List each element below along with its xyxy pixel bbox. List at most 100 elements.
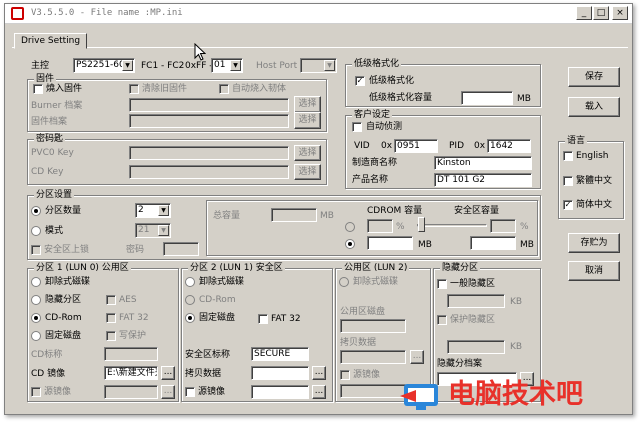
cdrom-capacity-label: CDROM 容量 — [367, 206, 423, 216]
save-as-button[interactable]: 存贮为 — [568, 233, 620, 253]
p2-copy-data-input[interactable] — [251, 366, 309, 380]
load-button[interactable]: 载入 — [568, 97, 620, 117]
partition-2-group: 分区 2 (LUN 1) 安全区 — [181, 263, 333, 402]
p2-source-image-browse-button[interactable]: ... — [312, 385, 326, 399]
host-port-label: Host Port — [256, 61, 298, 71]
chevron-down-icon: ▼ — [158, 205, 169, 216]
general-hidden-unit: KB — [510, 297, 523, 307]
fc-value: 01 — [214, 60, 226, 70]
chevron-down-icon: ▼ — [324, 60, 335, 71]
mb-radio[interactable] — [345, 239, 355, 249]
p1-source-image-input — [104, 385, 158, 399]
general-hidden-input — [447, 294, 505, 308]
p2-fat32-checkbox[interactable] — [258, 314, 268, 324]
maximize-button[interactable]: □ — [593, 6, 609, 20]
partition-count-select[interactable]: 2 ▼ — [135, 203, 171, 218]
p3-copy-data-label: 拷贝数据 — [340, 338, 377, 348]
p2-removable-radio[interactable] — [185, 277, 195, 287]
auto-burn-label: 自动烧入韧体 — [232, 84, 287, 94]
firmware-browse-button: 选择 — [294, 112, 321, 129]
capacity-slider-thumb[interactable] — [418, 217, 425, 232]
p2-copy-data-browse-button[interactable]: ... — [312, 366, 326, 380]
password-input — [163, 242, 199, 256]
lang-traditional-checkbox[interactable] — [563, 176, 573, 186]
protect-hidden-label: 保护隐藏区 — [450, 315, 496, 325]
lang-simplified-checkbox[interactable]: ✓ — [563, 200, 573, 210]
cdrom-mb-input[interactable] — [367, 236, 413, 250]
clear-firmware-label: 清除旧固件 — [142, 84, 188, 94]
p3-disk-label: 公用区磁盘 — [340, 307, 386, 317]
p3-copy-data-browse-button: ... — [410, 350, 424, 364]
general-hidden-checkbox[interactable] — [437, 279, 447, 289]
p1-removable-radio[interactable] — [31, 277, 41, 287]
secure-lock-checkbox — [31, 245, 41, 255]
general-hidden-label: 一般隐藏区 — [450, 279, 496, 289]
password-label: 密码 — [126, 245, 145, 255]
p1-fixed-radio[interactable] — [31, 331, 41, 341]
p1-cd-image-browse-button[interactable]: ... — [161, 366, 175, 380]
lang-english-label: English — [576, 151, 609, 161]
p2-secure-label-input[interactable]: SECURE — [251, 347, 309, 361]
cancel-button[interactable]: 取消 — [568, 261, 620, 281]
p2-source-image-input[interactable] — [251, 385, 309, 399]
p2-cdrom-label: CD-Rom — [199, 295, 236, 305]
product-name-input[interactable]: DT 101 G2 — [434, 173, 532, 187]
title-bar[interactable]: V3.5.5.0 - File name :MP.ini _ □ × — [5, 4, 632, 24]
chevron-down-icon: ▼ — [158, 225, 169, 236]
low-format-capacity-label: 低级格式化容量 — [369, 93, 433, 103]
cd-key-label: CD Key — [31, 167, 64, 177]
public-lun2-legend: 公用区 (LUN 2) — [342, 263, 410, 274]
partition-count-radio[interactable] — [31, 206, 41, 216]
fc-select[interactable]: 01 ▼ — [211, 58, 243, 73]
p3-source-image-checkbox — [340, 370, 350, 380]
burner-file-label: Burner 档案 — [31, 101, 83, 111]
mode-radio[interactable] — [31, 226, 41, 236]
p2-fixed-radio[interactable] — [185, 313, 195, 323]
partition-count-value: 2 — [138, 205, 144, 215]
language-legend: 语言 — [565, 136, 588, 147]
minimize-button[interactable]: _ — [576, 6, 592, 20]
low-format-capacity-input[interactable] — [461, 91, 513, 105]
lang-english-checkbox[interactable] — [563, 151, 573, 161]
p1-fixed-label: 固定磁盘 — [45, 331, 82, 341]
low-format-checkbox[interactable]: ✓ — [355, 76, 365, 86]
vendor-name-input[interactable]: Kinston — [434, 156, 532, 170]
p1-hidden-radio[interactable] — [31, 295, 41, 305]
p3-removable-radio — [339, 277, 349, 287]
p2-source-image-checkbox[interactable] — [185, 387, 195, 397]
secure-percent-unit: % — [520, 222, 529, 232]
close-button[interactable]: × — [612, 6, 628, 20]
partition-1-legend: 分区 1 (LUN 0) 公用区 — [34, 263, 131, 274]
tab-drive-setting[interactable]: Drive Setting — [14, 33, 88, 49]
secure-mb-input[interactable] — [470, 236, 516, 250]
partition-count-label: 分区数量 — [45, 206, 82, 216]
cd-key-browse-button: 选择 — [294, 164, 321, 180]
vid-input[interactable]: 0951 — [394, 139, 438, 153]
capacity-slider-track[interactable] — [417, 224, 487, 227]
auto-detect-checkbox[interactable] — [352, 122, 362, 132]
controller-select[interactable]: PS2251-60 ▼ — [73, 58, 135, 73]
protect-hidden-checkbox — [437, 315, 447, 325]
burner-browse-button: 选择 — [294, 96, 321, 113]
fc-label: FC1 - FC2 — [141, 61, 185, 71]
p3-disk-input — [340, 319, 406, 333]
burn-firmware-checkbox[interactable] — [33, 84, 43, 94]
firmware-file-label: 固件档案 — [31, 117, 68, 127]
p1-source-image-label: 源镜像 — [44, 387, 72, 397]
customer-settings-legend: 客户设定 — [352, 110, 393, 121]
save-button[interactable]: 保存 — [568, 67, 620, 87]
firmware-file-input — [129, 114, 289, 128]
secure-percent-input — [490, 219, 516, 233]
auto-burn-checkbox — [219, 84, 229, 94]
protect-hidden-input — [447, 340, 505, 354]
p1-cd-image-input[interactable]: E:\新建文件夹 — [104, 366, 158, 380]
pid-input[interactable]: 1642 — [487, 139, 531, 153]
secure-mb-unit: MB — [520, 240, 534, 250]
burn-firmware-label: 燒入固件 — [46, 84, 83, 94]
p1-cdrom-radio[interactable] — [31, 313, 41, 323]
vendor-name-label: 制造商名称 — [352, 158, 398, 168]
partition-settings-legend: 分区设置 — [34, 190, 75, 201]
low-format-legend: 低级格式化 — [352, 59, 402, 70]
hidden-partition-legend: 隐藏分区 — [440, 263, 481, 274]
p1-fat32-label: FAT 32 — [119, 313, 149, 323]
